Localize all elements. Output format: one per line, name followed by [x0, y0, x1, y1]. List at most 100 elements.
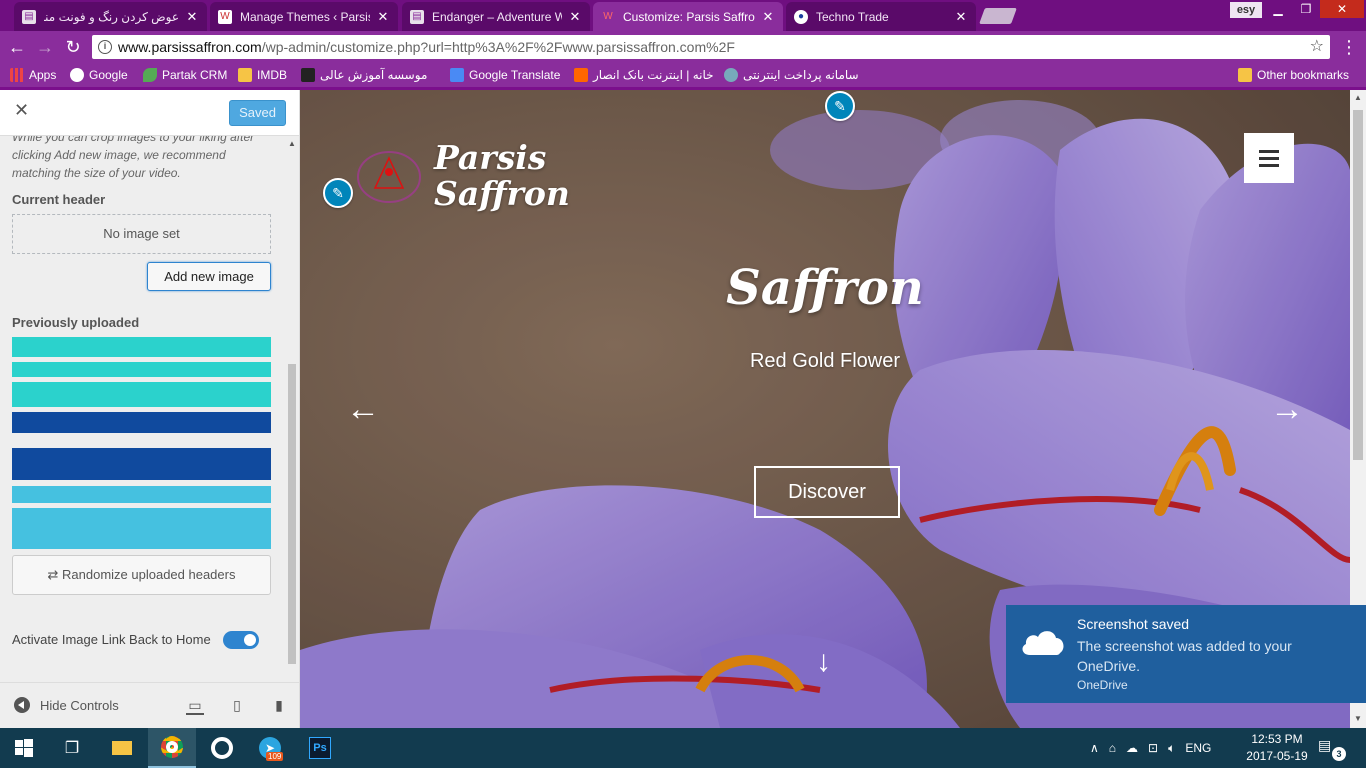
close-tab-icon[interactable]: ✕ — [954, 9, 968, 25]
uploaded-header-thumb[interactable] — [12, 508, 271, 549]
minimize-icon[interactable]: ▁ — [1264, 0, 1292, 18]
customizer-footer: Hide Controls ▭ ▯ ▮ — [0, 682, 299, 728]
bookmark-imdb[interactable]: IMDB — [238, 67, 287, 83]
reload-icon[interactable]: ↻ — [62, 36, 84, 58]
edit-shortcut-icon[interactable]: ✎ — [825, 91, 855, 121]
image-link-label: Activate Image Link Back to Home — [12, 632, 211, 647]
clock-time: 12:53 PM — [1251, 732, 1303, 746]
customizer-sidebar: ✕ Saved While you can crop images to you… — [0, 90, 300, 728]
hero-subtitle: Red Gold Flower — [749, 350, 901, 372]
tab-1[interactable]: ▤ عوض کردن رنگ و فونت منو ✕ — [14, 2, 207, 31]
bookmark-bank[interactable]: خانه | اینترنت بانک انصار — [574, 67, 714, 83]
menu-icon[interactable]: ⋮ — [1340, 35, 1358, 59]
leaf-icon — [143, 68, 157, 82]
bookmark-label: Google — [89, 68, 128, 82]
hero-title: Saffron — [726, 260, 924, 316]
sidebar-scrollbar[interactable]: ▲ — [286, 136, 298, 682]
previously-uploaded-label: Previously uploaded — [12, 315, 140, 330]
tab-5[interactable]: ● Techno Trade ✕ — [786, 2, 976, 31]
bookmarks-bar: Apps Google Partak CRM IMDB موسسه آموزش … — [0, 63, 1366, 87]
network-device-icon[interactable]: ⌂ — [1109, 741, 1116, 755]
hide-controls-label: Hide Controls — [40, 697, 119, 713]
chrome-icon[interactable] — [148, 728, 196, 768]
bookmark-google[interactable]: Google — [70, 67, 128, 83]
uploaded-header-thumb[interactable] — [12, 337, 271, 357]
tab-title: Manage Themes ‹ Parsis — [240, 9, 370, 24]
scroll-up-icon[interactable]: ▲ — [1354, 93, 1362, 102]
hide-controls-button[interactable]: Hide Controls — [14, 697, 119, 713]
telegram-icon[interactable]: ➤ 109 — [246, 728, 294, 768]
bookmark-label: Google Translate — [469, 68, 561, 82]
saved-button[interactable]: Saved — [229, 100, 286, 126]
next-slide-arrow-icon[interactable]: → — [1270, 390, 1304, 429]
site-title[interactable]: Parsis Saffron — [434, 140, 634, 212]
show-hidden-icons-icon[interactable]: ∧ — [1090, 741, 1099, 755]
bookmark-institute[interactable]: موسسه آموزش عالی — [301, 67, 427, 83]
star-icon[interactable]: ☆ — [1310, 35, 1324, 59]
tab-customize[interactable]: W Customize: Parsis Saffron ✕ — [593, 2, 783, 31]
clock[interactable]: 12:53 PM 2017-05-19 — [1244, 731, 1310, 765]
bookmark-apps[interactable]: Apps — [10, 67, 56, 83]
scroll-down-arrow-icon[interactable]: ↓ — [816, 645, 831, 679]
forward-icon[interactable]: → — [34, 36, 56, 58]
close-tab-icon[interactable]: ✕ — [185, 9, 199, 25]
file-explorer-icon[interactable] — [98, 728, 146, 768]
uploaded-header-thumb[interactable] — [12, 362, 271, 377]
photoshop-icon[interactable]: Ps — [296, 728, 344, 768]
address-bar[interactable]: i www.parsissaffron.com/wp-admin/customi… — [92, 35, 1330, 59]
scroll-down-icon[interactable]: ▼ — [1354, 714, 1362, 723]
input-language[interactable]: ENG — [1185, 741, 1211, 755]
no-image-placeholder: No image set — [12, 214, 271, 254]
uploaded-header-thumb[interactable] — [12, 486, 271, 503]
bookmark-payment[interactable]: سامانه پرداخت اینترنتی — [724, 67, 859, 83]
cloud-sync-icon[interactable]: ☁ — [1126, 741, 1138, 755]
app-ring-icon[interactable] — [198, 728, 246, 768]
uploaded-header-thumb[interactable] — [12, 448, 271, 480]
screen: ▤ عوض کردن رنگ و فونت منو ✕ W Manage The… — [0, 0, 1366, 768]
tab-2[interactable]: W Manage Themes ‹ Parsis ✕ — [210, 2, 398, 31]
profile-button[interactable]: esy — [1230, 2, 1262, 18]
menu-toggle-button[interactable] — [1244, 133, 1294, 183]
tablet-preview-icon[interactable]: ▯ — [228, 697, 246, 715]
shuffle-icon: ⇄ — [47, 567, 63, 582]
url-path: /wp-admin/customize.php?url=http%3A%2F%2… — [261, 39, 735, 55]
collapse-icon — [14, 697, 30, 713]
customizer-header: ✕ Saved — [0, 90, 299, 136]
action-center-icon[interactable]: ▤ 3 — [1318, 737, 1346, 761]
close-window-icon[interactable]: ✕ — [1320, 0, 1364, 18]
bank-icon — [574, 68, 588, 82]
image-link-toggle[interactable] — [223, 631, 259, 649]
wordpress-icon: W — [218, 9, 232, 24]
uploaded-header-thumb[interactable] — [12, 412, 271, 433]
onedrive-notification[interactable]: Screenshot saved The screenshot was adde… — [1006, 605, 1366, 703]
tab-3[interactable]: ▤ Endanger – Adventure W ✕ — [402, 2, 590, 31]
volume-icon[interactable]: 🔈︎ — [1168, 741, 1175, 756]
add-new-image-button[interactable]: Add new image — [147, 262, 271, 291]
notification-count: 3 — [1332, 747, 1346, 761]
close-customizer-icon[interactable]: ✕ — [14, 100, 29, 121]
close-tab-icon[interactable]: ✕ — [376, 9, 390, 25]
bookmark-translate[interactable]: Google Translate — [450, 67, 560, 83]
restore-icon[interactable]: ❐ — [1292, 0, 1320, 18]
other-bookmarks[interactable]: Other bookmarks — [1238, 67, 1349, 83]
close-tab-icon[interactable]: ✕ — [761, 9, 775, 25]
scroll-thumb[interactable] — [288, 364, 296, 664]
bookmark-label: موسسه آموزش عالی — [320, 68, 428, 82]
info-icon[interactable]: i — [98, 40, 112, 54]
bookmark-partak[interactable]: Partak CRM — [143, 67, 227, 83]
task-view-icon[interactable]: ❐ — [48, 728, 96, 768]
prev-slide-arrow-icon[interactable]: ← — [346, 390, 380, 429]
randomize-headers-button[interactable]: ⇄ Randomize uploaded headers — [12, 555, 271, 595]
network-icon[interactable]: ⊡ — [1148, 741, 1158, 755]
desktop-preview-icon[interactable]: ▭ — [186, 697, 204, 715]
new-tab-button[interactable] — [979, 8, 1017, 24]
scroll-thumb[interactable] — [1353, 110, 1363, 460]
edit-shortcut-icon[interactable]: ✎ — [323, 178, 353, 208]
close-tab-icon[interactable]: ✕ — [568, 9, 582, 25]
scroll-up-icon[interactable]: ▲ — [288, 139, 296, 148]
back-icon[interactable]: ← — [6, 36, 28, 58]
discover-button[interactable]: Discover — [754, 466, 900, 518]
start-windows-icon[interactable] — [0, 728, 48, 768]
mobile-preview-icon[interactable]: ▮ — [270, 697, 288, 715]
uploaded-header-thumb[interactable] — [12, 382, 271, 407]
